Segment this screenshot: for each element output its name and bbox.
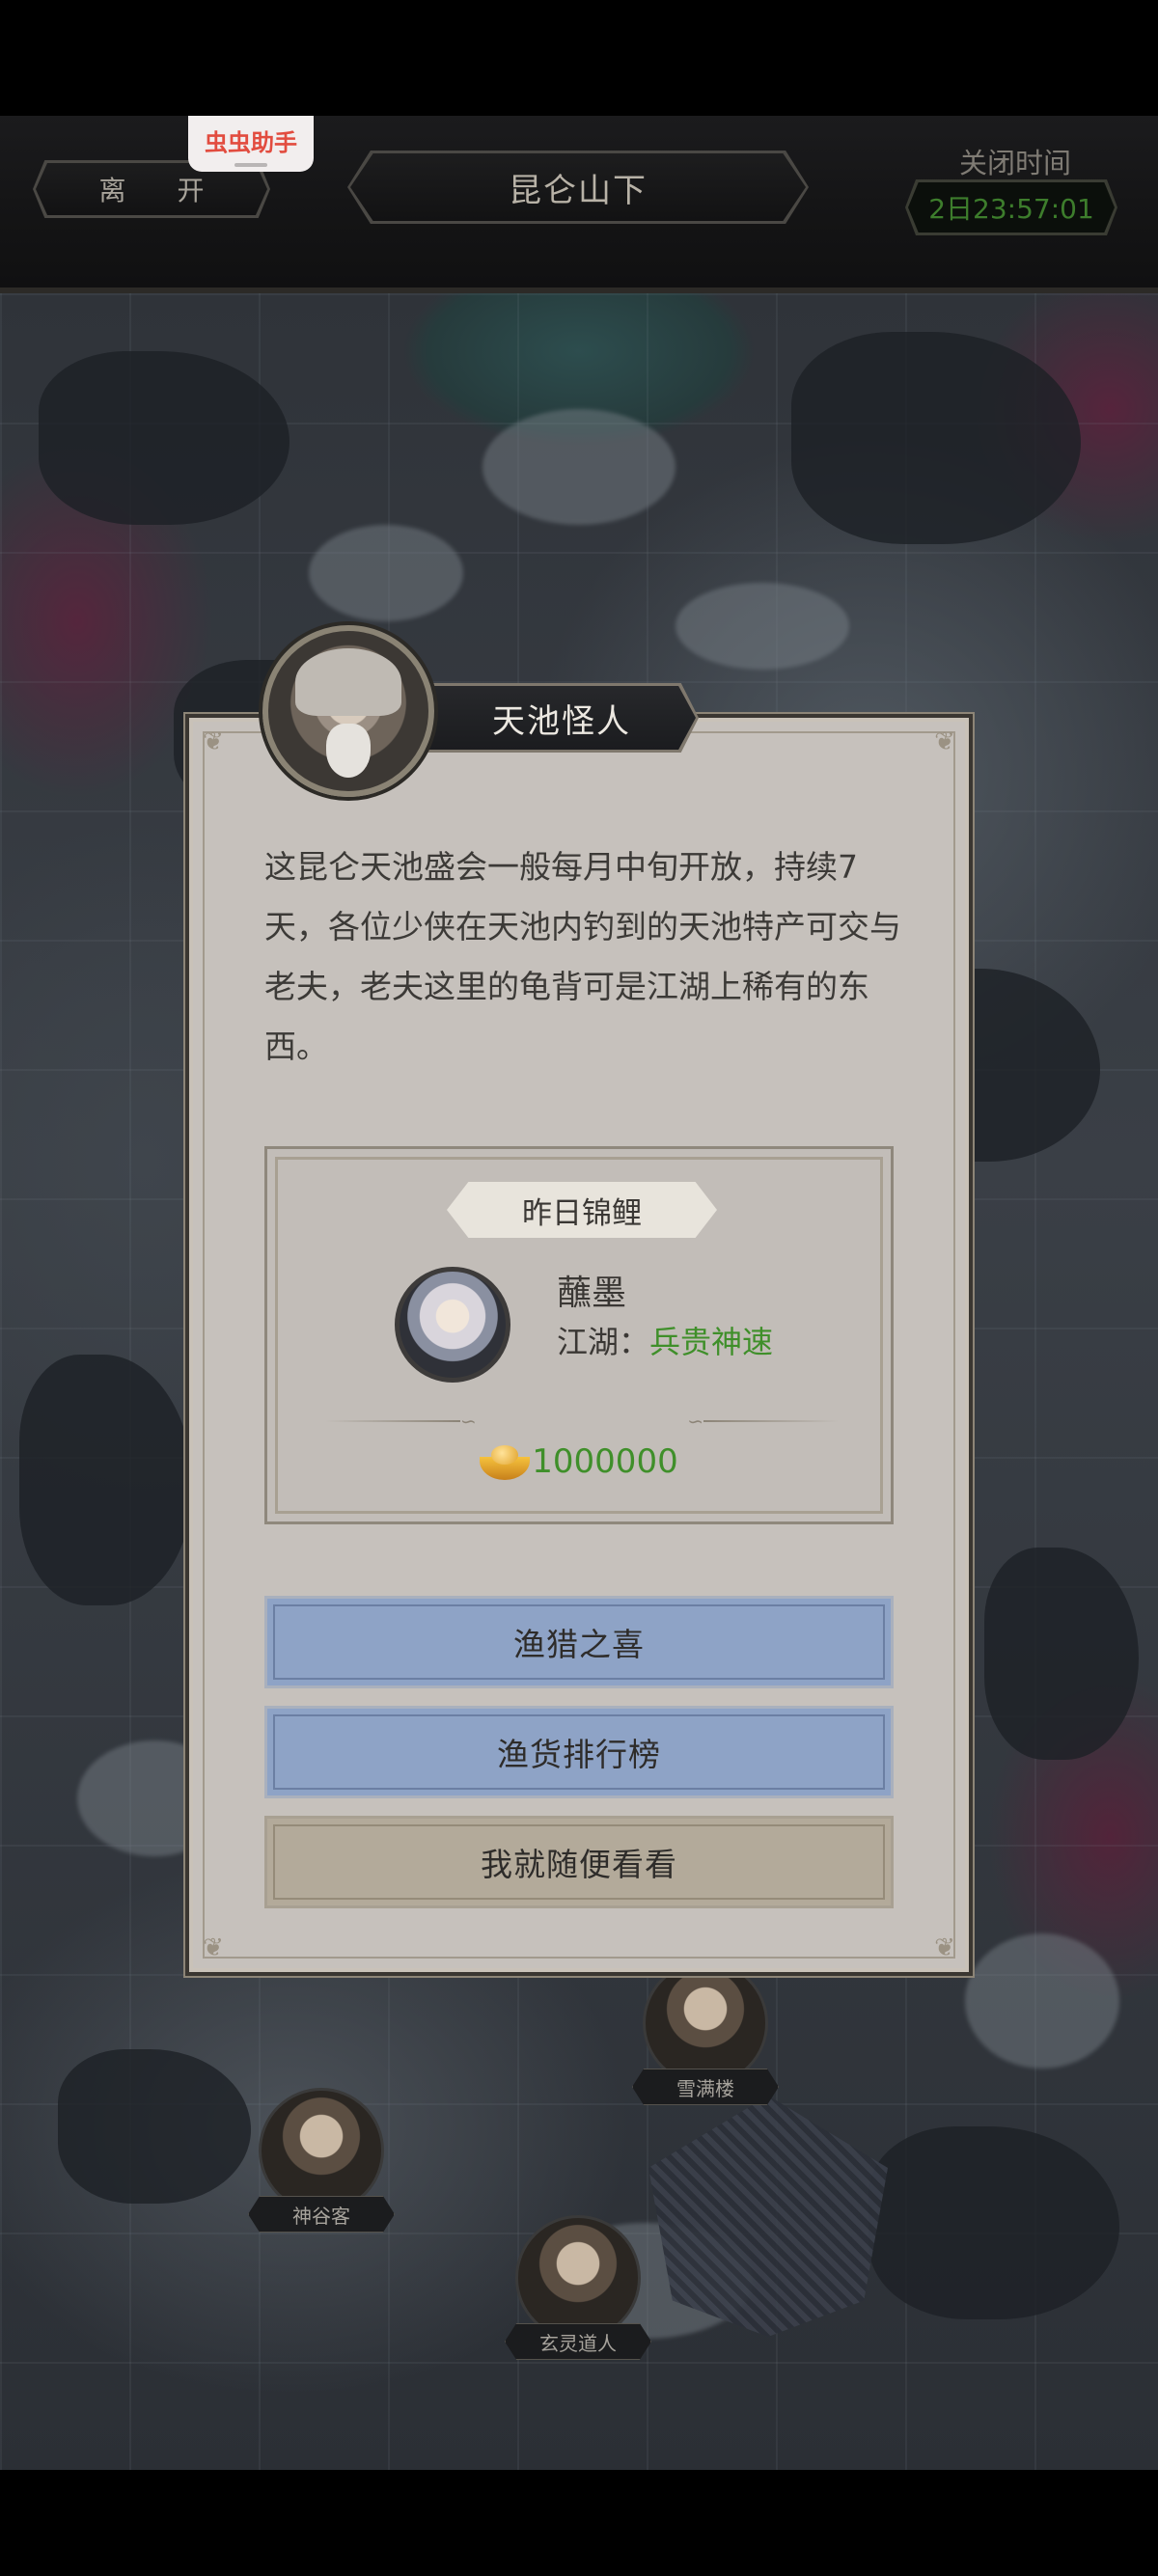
leave-button-label: 离 开 <box>98 175 226 206</box>
top-header: 离 开 昆仑山下 关闭时间 2日23:57:01 <box>0 116 1158 293</box>
catch-ranking-label: 渔货排行榜 <box>497 1736 661 1773</box>
npc-beard <box>326 724 371 778</box>
npc-marker-xuanlingdaoren[interactable]: 玄灵道人 <box>505 2215 651 2360</box>
koi-player-name: 蘸墨 <box>557 1274 627 1313</box>
koi-reward-amount: 1000000 <box>532 1442 678 1481</box>
sect-label: 江湖： <box>557 1324 650 1360</box>
npc-hair <box>295 648 401 716</box>
divider-swirl-icon: ∽ <box>687 1410 703 1433</box>
koi-player-avatar[interactable] <box>395 1267 510 1383</box>
npc-marker-xuemanlou[interactable]: 雪满楼 <box>632 1960 779 2105</box>
npc-portrait <box>643 1960 768 2086</box>
close-time-label: 关闭时间 <box>958 147 1071 179</box>
just-browse-label: 我就随便看看 <box>481 1846 677 1883</box>
sect-value: 兵贵神速 <box>649 1324 774 1360</box>
catch-ranking-button[interactable]: 渔货排行榜 <box>264 1706 894 1798</box>
koi-player-sect: 江湖：兵贵神速 <box>557 1318 773 1362</box>
location-title: 昆仑山下 <box>347 151 809 224</box>
npc-marker-shenguke[interactable]: 神谷客 <box>248 2088 395 2233</box>
koi-card-title-text: 昨日锦鲤 <box>522 1195 642 1231</box>
npc-portrait <box>259 2088 384 2213</box>
close-timer-value: 2日23:57:01 <box>928 193 1094 225</box>
corner-ornament-icon: ❦ <box>203 727 224 756</box>
npc-name-tag: 玄灵道人 <box>505 2323 651 2360</box>
yesterday-koi-card: 昨日锦鲤 蘸墨 江湖：兵贵神速 ∽ ∽ 1000000 <box>264 1146 894 1524</box>
map-snow <box>965 1933 1119 2069</box>
drag-handle-icon <box>234 163 267 167</box>
just-browse-button[interactable]: 我就随便看看 <box>264 1816 894 1908</box>
map-snow <box>309 525 463 621</box>
game-screen: 雪满楼 神谷客 玄灵道人 离 开 昆仑山下 关闭时间 2日23:57:01 虫虫… <box>0 0 1158 2576</box>
location-name: 昆仑山下 <box>509 171 648 210</box>
npc-name: 天池怪人 <box>492 701 631 741</box>
ornamental-divider: ∽ ∽ <box>325 1410 839 1433</box>
npc-name-tag: 神谷客 <box>248 2196 395 2233</box>
dialog-text: 这昆仑天池盛会一般每月中旬开放，持续7天，各位少侠在天池内钓到的天池特产可交与老… <box>264 848 901 1065</box>
helper-floating-tab[interactable]: 虫虫助手 <box>188 116 314 172</box>
npc-avatar <box>262 625 434 797</box>
npc-portrait <box>515 2215 641 2341</box>
map-snow <box>676 583 849 670</box>
close-timer: 2日23:57:01 <box>905 179 1117 235</box>
npc-name-banner: 天池怪人 <box>405 683 699 753</box>
bottom-bar <box>0 2470 1158 2576</box>
corner-ornament-icon: ❦ <box>934 1933 955 1962</box>
corner-ornament-icon: ❦ <box>934 727 955 756</box>
koi-reward: 1000000 <box>267 1442 891 1481</box>
npc-name-tag: 雪满楼 <box>632 2069 779 2105</box>
fishing-joy-button[interactable]: 渔猎之喜 <box>264 1596 894 1688</box>
map-snow <box>482 409 676 525</box>
helper-label: 虫虫助手 <box>205 129 297 156</box>
koi-card-title: 昨日锦鲤 <box>447 1182 717 1238</box>
divider-swirl-icon: ∽ <box>460 1410 477 1433</box>
corner-ornament-icon: ❦ <box>203 1933 224 1962</box>
fishing-joy-label: 渔猎之喜 <box>513 1626 645 1663</box>
gold-ingot-icon <box>480 1443 531 1480</box>
map-rock <box>58 2049 251 2204</box>
